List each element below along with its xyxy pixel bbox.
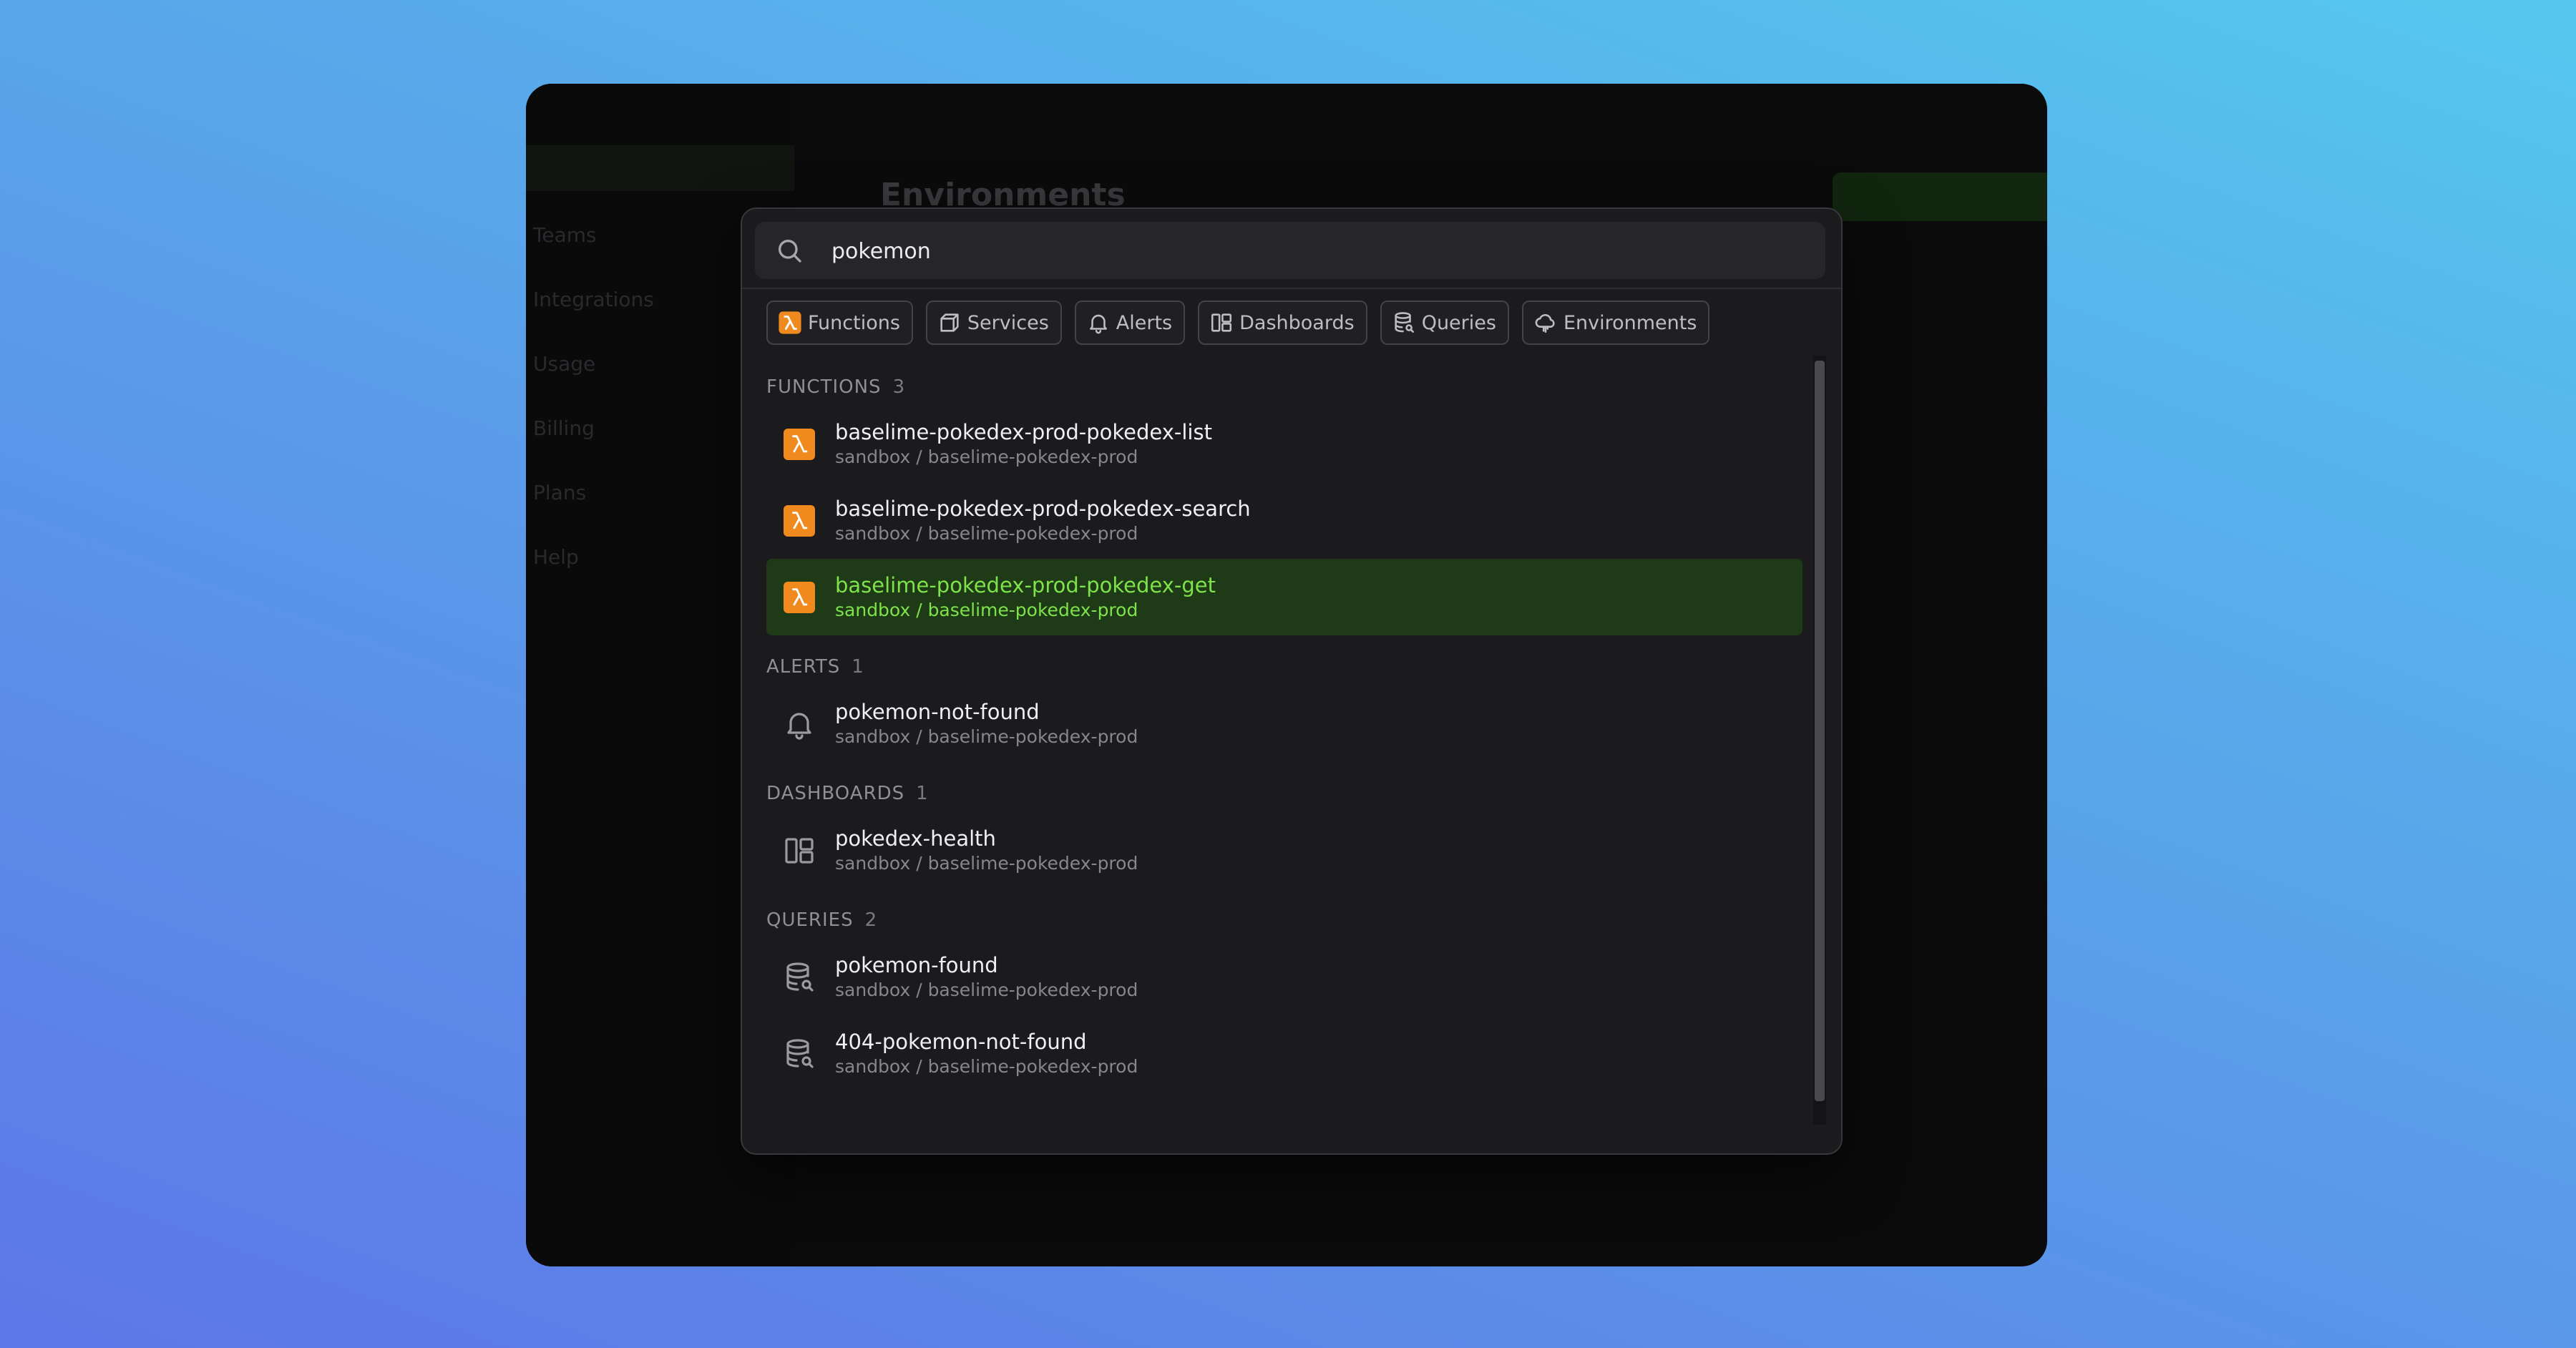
search-input[interactable] (830, 232, 1806, 270)
section-header-alerts: ALERTS 1 (766, 635, 1802, 685)
row-text: pokedex-health sandbox / baselime-pokede… (835, 826, 1138, 876)
row-text: baselime-pokedex-prod-pokedex-get sandbo… (835, 572, 1216, 622)
background-sidebar-item: Billing (533, 416, 595, 440)
row-subtitle: sandbox / baselime-pokedex-prod (835, 1055, 1138, 1077)
database-search-icon (1395, 312, 1414, 333)
filter-chip-label: Alerts (1116, 311, 1173, 334)
filter-chip-dashboards[interactable]: Dashboards (1198, 301, 1367, 345)
row-subtitle: sandbox / baselime-pokedex-prod (835, 979, 1138, 1000)
filter-chip-services[interactable]: Services (925, 301, 1062, 345)
row-subtitle: sandbox / baselime-pokedex-prod (835, 522, 1138, 544)
row-subtitle: sandbox / baselime-pokedex-prod (835, 852, 1138, 874)
filter-chip-row: Functions Services Alerts Dashboards Que… (766, 301, 1710, 345)
lambda-icon (784, 504, 815, 537)
background-sidebar-item: Plans (533, 481, 587, 504)
result-row-function[interactable]: baselime-pokedex-prod-pokedex-list sandb… (766, 406, 1802, 482)
background-sidebar-item: Help (533, 545, 579, 569)
section-header-queries: QUERIES 2 (766, 889, 1802, 939)
filter-chip-label: Functions (808, 311, 900, 334)
row-icon-cell (771, 685, 828, 762)
results-scrollbar-thumb[interactable] (1815, 361, 1825, 1101)
row-icon-cell (771, 482, 828, 559)
result-row-query[interactable]: pokemon-found sandbox / baselime-pokedex… (766, 939, 1802, 1015)
row-icon-cell (771, 939, 828, 1015)
filter-chip-label: Queries (1421, 311, 1496, 334)
dashboard-icon (785, 837, 814, 864)
row-text: pokemon-not-found sandbox / baselime-pok… (835, 699, 1138, 749)
row-title: baselime-pokedex-prod-pokedex-get (835, 572, 1216, 597)
section-count: 1 (916, 783, 929, 804)
database-search-icon (786, 1038, 814, 1068)
filter-chip-label: Services (967, 311, 1049, 334)
result-row-alert[interactable]: pokemon-not-found sandbox / baselime-pok… (766, 685, 1802, 762)
search-bar (755, 222, 1825, 279)
filter-chip-label: Environments (1563, 311, 1697, 334)
row-title: pokemon-found (835, 952, 998, 977)
section-title: DASHBOARDS (766, 783, 905, 804)
section-title: FUNCTIONS (766, 376, 882, 398)
section-title: QUERIES (766, 909, 854, 931)
background-sidebar-item: Teams (533, 223, 597, 247)
row-icon-cell (771, 812, 828, 889)
section-header-functions: FUNCTIONS 3 (766, 356, 1802, 406)
background-create-button (1833, 172, 2047, 221)
row-text: baselime-pokedex-prod-pokedex-search san… (835, 496, 1251, 546)
row-title: pokemon-not-found (835, 699, 1040, 724)
bell-icon (787, 712, 811, 740)
results-list: FUNCTIONS 3 baselime-pokedex-prod-pokede… (766, 356, 1802, 1143)
filter-chip-alerts[interactable]: Alerts (1074, 301, 1186, 345)
result-row-function-selected[interactable]: baselime-pokedex-prod-pokedex-get sandbo… (766, 559, 1802, 635)
section-count: 2 (864, 909, 878, 931)
box-icon (940, 313, 959, 332)
row-icon-cell (771, 1015, 828, 1092)
background-environment-pill (526, 145, 794, 191)
search-icon (779, 240, 801, 263)
cloud-icon (1535, 314, 1555, 333)
lambda-icon (779, 311, 801, 334)
command-palette: Functions Services Alerts Dashboards Que… (741, 207, 1843, 1155)
row-text: 404-pokemon-not-found sandbox / baselime… (835, 1029, 1138, 1079)
result-row-function[interactable]: baselime-pokedex-prod-pokedex-search san… (766, 482, 1802, 559)
background-sidebar-item: Usage (533, 352, 596, 376)
background-sidebar-item: Integrations (533, 288, 654, 311)
row-title: baselime-pokedex-prod-pokedex-search (835, 496, 1251, 521)
row-title: pokedex-health (835, 826, 996, 851)
row-icon-cell (771, 406, 828, 482)
filter-chip-queries[interactable]: Queries (1380, 301, 1509, 345)
row-title: 404-pokemon-not-found (835, 1029, 1087, 1054)
filter-chip-functions[interactable]: Functions (766, 301, 913, 345)
database-search-icon (786, 962, 814, 992)
search-divider (742, 288, 1841, 289)
bell-icon (1089, 314, 1107, 334)
filter-chip-label: Dashboards (1239, 311, 1355, 334)
lambda-icon (784, 428, 815, 460)
section-count: 3 (892, 376, 906, 398)
row-subtitle: sandbox / baselime-pokedex-prod (835, 726, 1138, 747)
row-text: baselime-pokedex-prod-pokedex-list sandb… (835, 419, 1212, 469)
row-text: pokemon-found sandbox / baselime-pokedex… (835, 952, 1138, 1002)
row-subtitle: sandbox / baselime-pokedex-prod (835, 446, 1138, 467)
section-title: ALERTS (766, 656, 841, 678)
result-row-query[interactable]: 404-pokemon-not-found sandbox / baselime… (766, 1015, 1802, 1092)
result-row-dashboard[interactable]: pokedex-health sandbox / baselime-pokede… (766, 812, 1802, 889)
row-icon-cell (771, 559, 828, 635)
section-header-dashboards: DASHBOARDS 1 (766, 762, 1802, 812)
row-title: baselime-pokedex-prod-pokedex-list (835, 419, 1212, 444)
filter-chip-environments[interactable]: Environments (1521, 301, 1710, 345)
row-subtitle: sandbox / baselime-pokedex-prod (835, 599, 1138, 620)
dashboard-icon (1211, 313, 1232, 332)
section-count: 1 (852, 656, 864, 678)
lambda-icon (784, 581, 815, 613)
